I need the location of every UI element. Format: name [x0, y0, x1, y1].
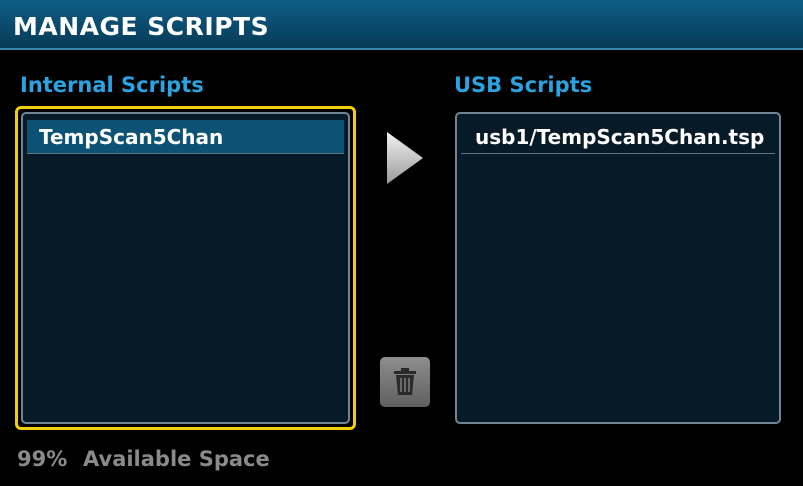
trash-icon: [394, 368, 416, 395]
internal-scripts-list[interactable]: TempScan5Chan: [21, 112, 350, 424]
copy-to-usb-button[interactable]: [384, 130, 426, 186]
page-title: MANAGE SCRIPTS: [13, 12, 270, 41]
internal-scripts-label: Internal Scripts: [20, 73, 204, 97]
usb-scripts-label: USB Scripts: [454, 73, 593, 97]
title-bar: MANAGE SCRIPTS: [0, 0, 803, 50]
internal-script-item[interactable]: TempScan5Chan: [27, 120, 344, 154]
usb-script-item[interactable]: usb1/TempScan5Chan.tsp: [461, 120, 775, 154]
available-space-label: Available Space: [83, 447, 270, 471]
right-triangle-arrow-icon: [387, 132, 423, 184]
available-space-percent: 99%: [17, 447, 68, 471]
usb-scripts-list[interactable]: usb1/TempScan5Chan.tsp: [455, 112, 781, 424]
delete-script-button[interactable]: [380, 357, 430, 407]
